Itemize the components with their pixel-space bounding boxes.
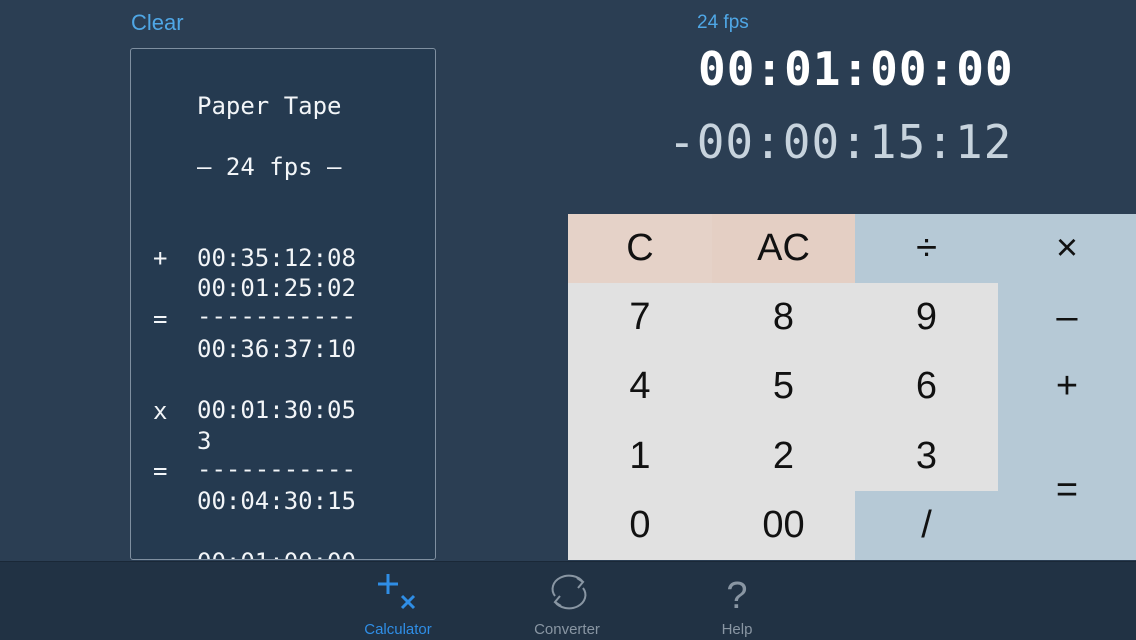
tape-value: ----------- xyxy=(197,455,356,483)
tab-label: Converter xyxy=(534,621,600,638)
multiply-key[interactable]: × xyxy=(998,214,1136,283)
key-9[interactable]: 9 xyxy=(855,283,998,352)
slash-key[interactable]: / xyxy=(855,491,998,560)
entry-display: -00:00:15:12 xyxy=(668,115,1011,169)
tape-value: 00:01:00:00 xyxy=(197,547,356,559)
tape-value: ----------- xyxy=(197,302,356,330)
tape-title-line: Paper Tape xyxy=(131,61,431,120)
tape-entry: 00:01:00:00 xyxy=(131,487,431,559)
tape-fps-line: – 24 fps – xyxy=(131,122,431,181)
tab-label: Calculator xyxy=(364,621,432,638)
tab-calculator[interactable]: Calculator xyxy=(338,562,458,640)
tab-bar: Calculator Converter ? Help xyxy=(0,561,1136,640)
entry-value: 00:00:15:12 xyxy=(696,115,1013,169)
tape-entry: – xyxy=(131,518,431,559)
tape-entry: 00:35:12:08 xyxy=(131,183,431,272)
key-2[interactable]: 2 xyxy=(712,421,855,491)
key-0[interactable]: 0 xyxy=(568,491,712,560)
calculator-icon xyxy=(378,574,416,610)
divide-key[interactable]: ÷ xyxy=(855,214,998,283)
key-3[interactable]: 3 xyxy=(855,421,998,491)
result-display: 00:01:00:00 xyxy=(698,42,1014,96)
key-8[interactable]: 8 xyxy=(712,283,855,352)
tape-entry: 00:01:30:05 xyxy=(131,335,431,424)
converter-icon xyxy=(551,574,587,610)
tape-fps: – 24 fps – xyxy=(197,153,342,181)
tape-divider: ----------- xyxy=(131,394,431,483)
key-1[interactable]: 1 xyxy=(568,421,712,491)
clear-key[interactable]: C xyxy=(568,214,712,283)
tape-entry: + 00:01:25:02 xyxy=(131,213,431,302)
all-clear-key[interactable]: AC xyxy=(712,214,855,283)
tape-title: Paper Tape xyxy=(197,92,342,120)
tab-help[interactable]: ? Help xyxy=(677,562,797,640)
plus-key[interactable]: + xyxy=(998,352,1136,421)
tape-op: – xyxy=(153,548,167,559)
minus-key[interactable]: – xyxy=(998,283,1136,352)
svg-text:?: ? xyxy=(726,575,747,616)
keypad: C AC ÷ × 7 8 9 – 4 5 6 + 1 2 3 = 0 00 / xyxy=(568,214,1136,560)
entry-sign: - xyxy=(668,115,697,169)
key-7[interactable]: 7 xyxy=(568,283,712,352)
tab-label: Help xyxy=(721,621,753,638)
tape-divider: ----------- xyxy=(131,241,431,330)
key-5[interactable]: 5 xyxy=(712,352,855,421)
tape-entry: = 00:36:37:10 xyxy=(131,274,431,363)
key-00[interactable]: 00 xyxy=(712,491,855,560)
help-icon: ? xyxy=(726,575,747,616)
tape-entry: = 00:04:30:15 xyxy=(131,426,431,515)
paper-tape[interactable]: Paper Tape – 24 fps – 00:35:12:08 + 00:0… xyxy=(130,48,436,560)
tape-entry: x 3 xyxy=(131,366,431,455)
key-4[interactable]: 4 xyxy=(568,352,712,421)
clear-button[interactable]: Clear xyxy=(131,10,184,36)
tape-op: = xyxy=(153,457,168,485)
key-6[interactable]: 6 xyxy=(855,352,998,421)
fps-selector[interactable]: 24 fps xyxy=(697,12,749,34)
equals-key[interactable]: = xyxy=(998,421,1136,560)
tape-op: = xyxy=(153,305,168,333)
tab-converter[interactable]: Converter xyxy=(507,562,627,640)
